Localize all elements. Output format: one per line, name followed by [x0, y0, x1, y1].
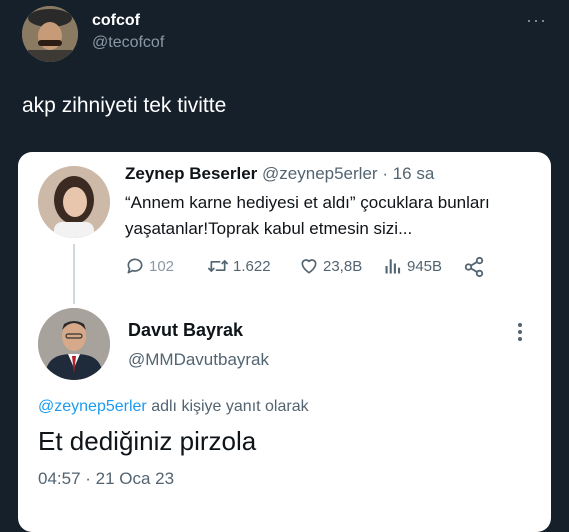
views-action[interactable]: 945B: [383, 256, 442, 276]
author-name[interactable]: cofcof: [92, 12, 140, 30]
quoted-author-handle[interactable]: @zeynep5erler: [262, 164, 378, 183]
embedded-image[interactable]: Zeynep Beserler @zeynep5erler · 16 sa “A…: [18, 152, 551, 532]
retweet-icon: [207, 260, 228, 272]
reply-count: 102: [149, 257, 175, 275]
share-action[interactable]: [463, 256, 489, 278]
reply-text: Et dediğiniz pirzola: [38, 426, 257, 456]
author-handle[interactable]: @tecofcof: [92, 34, 164, 52]
retweet-count: 1.622: [233, 257, 271, 275]
views-icon: [385, 259, 401, 274]
share-icon: [464, 256, 484, 278]
quoted-tweet-header: Zeynep Beserler @zeynep5erler · 16 sa: [125, 164, 434, 184]
retweet-action[interactable]: 1.622: [207, 256, 271, 276]
quoted-time[interactable]: 16 sa: [393, 164, 435, 183]
more-icon[interactable]: [518, 320, 524, 344]
reply-author-name[interactable]: Davut Bayrak: [128, 320, 243, 341]
reply-author-avatar[interactable]: [38, 308, 110, 380]
like-action[interactable]: 23,8B: [299, 256, 362, 276]
reply-author-handle[interactable]: @MMDavutbayrak: [128, 350, 269, 370]
thread-line: [73, 244, 75, 304]
reply-to-link[interactable]: @zeynep5erler: [38, 398, 147, 415]
quoted-author-name[interactable]: Zeynep Beserler: [125, 164, 257, 183]
reply-context: @zeynep5erler adlı kişiye yanıt olarak: [38, 398, 309, 416]
author-avatar[interactable]: [22, 6, 78, 62]
quoted-author-avatar[interactable]: [38, 166, 110, 238]
like-icon: [301, 259, 317, 274]
quoted-tweet-text: “Annem karne hediyesi et aldı” çocuklara…: [125, 193, 490, 238]
views-count: 945B: [407, 257, 443, 275]
reply-timestamp[interactable]: 04:57 · 21 Oca 23: [38, 469, 174, 489]
like-count: 23,8B: [323, 257, 363, 275]
separator: ·: [382, 164, 388, 183]
reply-icon: [127, 258, 143, 274]
reply-action[interactable]: 102: [125, 256, 174, 276]
reply-to-label: adlı kişiye yanıt olarak: [146, 398, 309, 415]
more-options-icon[interactable]: ···: [526, 10, 547, 31]
tweet-text: akp zihniyeti tek tivitte: [22, 94, 227, 117]
